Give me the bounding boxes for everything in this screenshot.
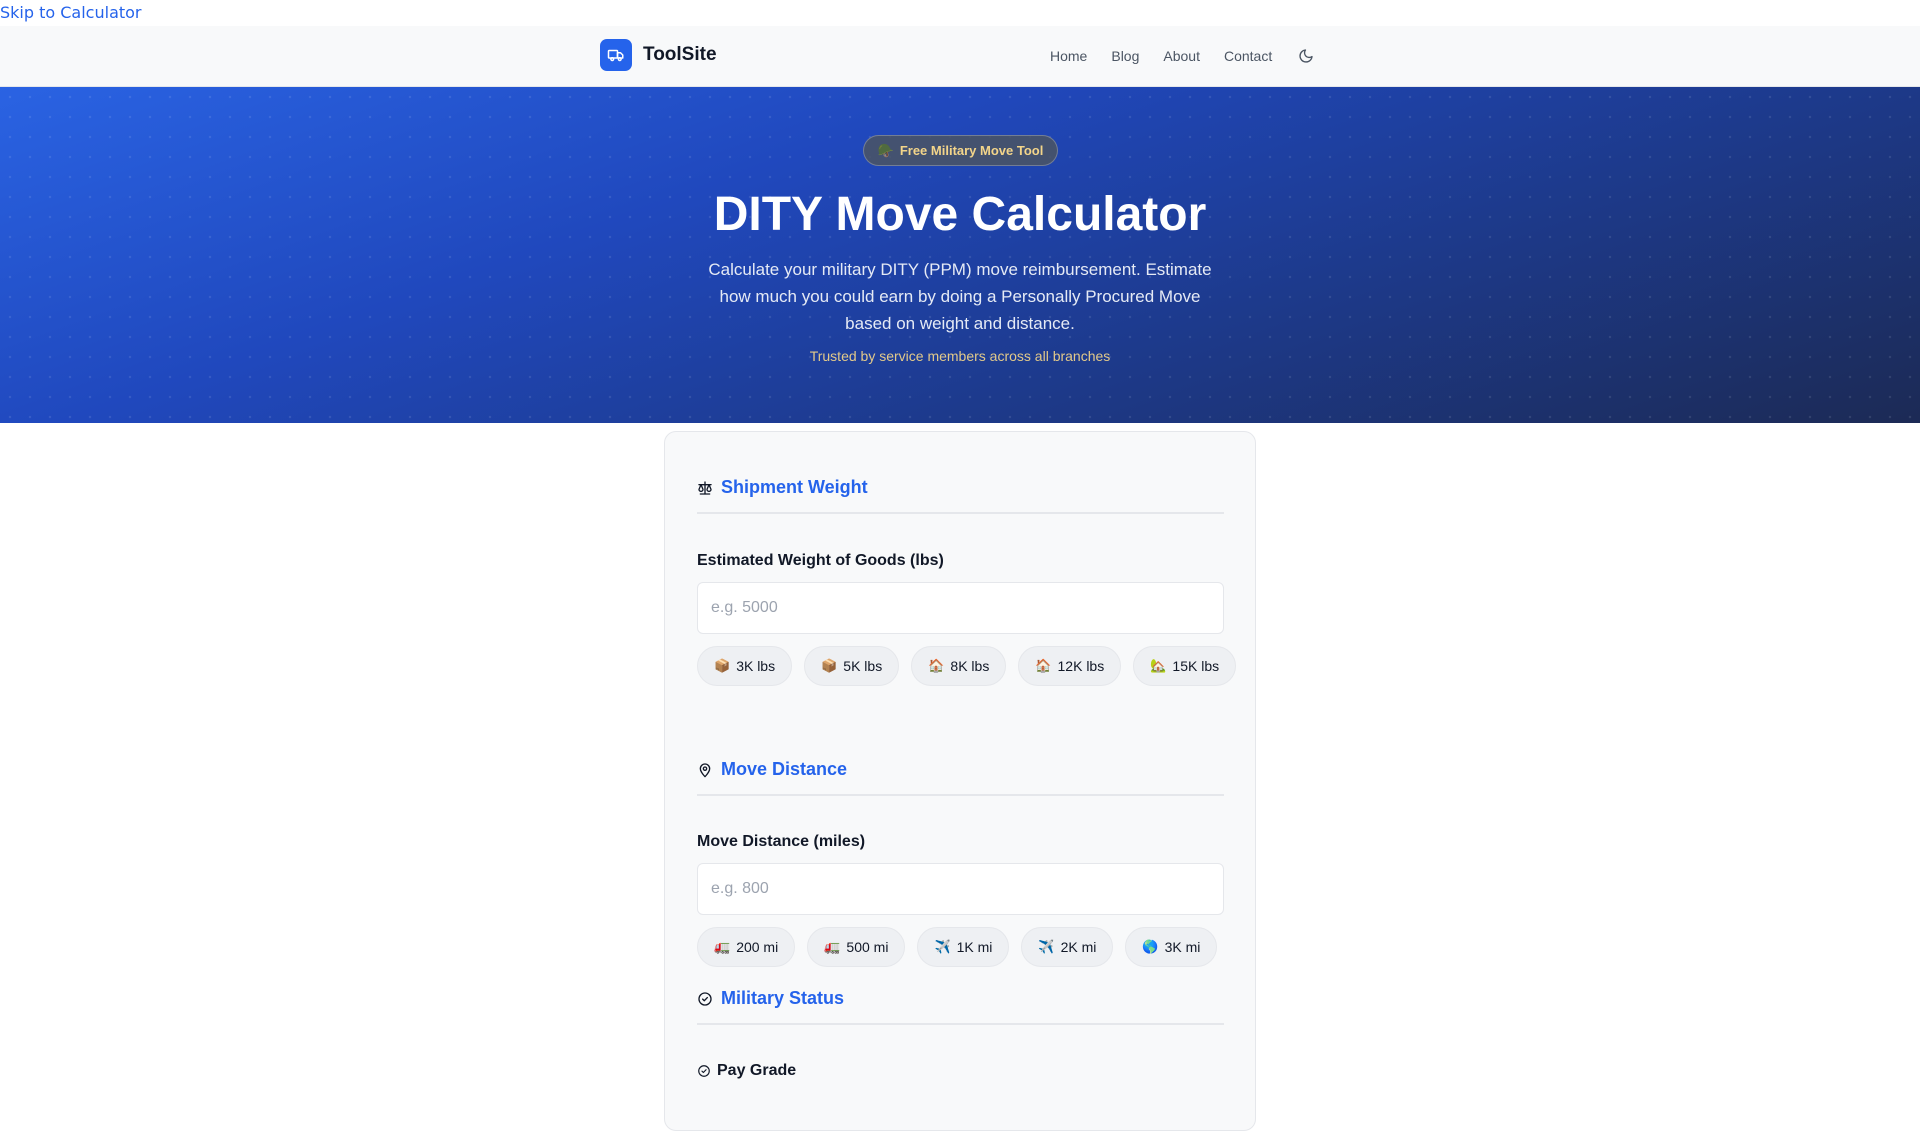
weight-preset-8k[interactable]: 🏠 8K lbs bbox=[911, 646, 1007, 686]
military-status-title: Military Status bbox=[721, 988, 845, 1008]
weight-preset-3k[interactable]: 📦 3K lbs bbox=[697, 646, 793, 686]
nav-about-link[interactable]: About bbox=[1163, 48, 1200, 64]
airplane-icon: ✈️ bbox=[934, 939, 951, 954]
pay-grade-text: Pay Grade bbox=[717, 1062, 797, 1079]
truck-logo-icon bbox=[600, 39, 632, 71]
chip-label: 15K lbs bbox=[1172, 658, 1220, 674]
check-circle-icon bbox=[698, 991, 712, 1006]
chip-label: 3K lbs bbox=[736, 658, 776, 674]
calculator-card: Shipment Weight Estimated Weight of Good… bbox=[664, 431, 1256, 1131]
hero-badge-text: Free Military Move Tool bbox=[899, 143, 1044, 158]
chip-label: 200 mi bbox=[736, 939, 779, 955]
hero-banner: 🪖 Free Military Move Tool DITY Move Calc… bbox=[0, 87, 1920, 423]
weight-input[interactable] bbox=[697, 582, 1224, 634]
truck-icon: 🚛 bbox=[824, 939, 841, 954]
distance-label: Move Distance (miles) bbox=[697, 833, 866, 850]
shipment-weight-title: Shipment Weight bbox=[721, 477, 868, 497]
chip-label: 1K mi bbox=[956, 939, 993, 955]
chip-label: 5K lbs bbox=[843, 658, 883, 674]
weight-preset-12k[interactable]: 🏠 12K lbs bbox=[1018, 646, 1122, 686]
house-icon: 🏠 bbox=[928, 658, 945, 673]
nav-blog-link[interactable]: Blog bbox=[1111, 48, 1139, 64]
map-pin-icon bbox=[699, 762, 711, 777]
truck-icon: 🚛 bbox=[714, 939, 731, 954]
distance-presets: 🚛 200 mi 🚛 500 mi ✈️ 1K mi ✈️ 2K mi 🌎 3K… bbox=[697, 927, 1237, 967]
chip-label: 8K lbs bbox=[950, 658, 990, 674]
weight-preset-15k[interactable]: 🏡 15K lbs bbox=[1133, 646, 1237, 686]
distance-preset-3k[interactable]: 🌎 3K mi bbox=[1125, 927, 1218, 967]
military-status-header: Military Status bbox=[697, 988, 1224, 1025]
pay-grade-label: Pay Grade bbox=[697, 1062, 796, 1080]
chip-label: 12K lbs bbox=[1057, 658, 1105, 674]
distance-preset-1k[interactable]: ✈️ 1K mi bbox=[917, 927, 1010, 967]
chip-label: 3K mi bbox=[1164, 939, 1201, 955]
nav-contact-link[interactable]: Contact bbox=[1224, 48, 1272, 64]
hero-trust-line: Trusted by service members across all br… bbox=[809, 348, 1111, 364]
distance-input[interactable] bbox=[697, 863, 1224, 915]
scale-icon bbox=[698, 480, 712, 495]
brand-name: ToolSite bbox=[643, 44, 717, 65]
shipment-weight-header: Shipment Weight bbox=[697, 477, 1224, 514]
nav-home-link[interactable]: Home bbox=[1050, 48, 1087, 64]
weight-label: Estimated Weight of Goods (lbs) bbox=[697, 552, 944, 569]
package-icon: 📦 bbox=[714, 658, 731, 673]
distance-preset-200[interactable]: 🚛 200 mi bbox=[697, 927, 796, 967]
page-title: DITY Move Calculator bbox=[713, 188, 1207, 241]
airplane-icon: ✈️ bbox=[1038, 939, 1055, 954]
hero-description: Calculate your military DITY (PPM) move … bbox=[708, 260, 1212, 333]
check-circle-icon bbox=[698, 1065, 710, 1077]
hero-badge: 🪖 Free Military Move Tool bbox=[863, 135, 1058, 166]
house-garden-icon: 🏡 bbox=[1150, 658, 1167, 673]
distance-preset-2k[interactable]: ✈️ 2K mi bbox=[1021, 927, 1114, 967]
globe-icon: 🌎 bbox=[1142, 939, 1159, 954]
theme-toggle-button[interactable] bbox=[1296, 46, 1316, 66]
weight-preset-5k[interactable]: 📦 5K lbs bbox=[804, 646, 900, 686]
move-distance-title: Move Distance bbox=[721, 759, 848, 779]
top-navbar: ToolSite Home Blog About Contact bbox=[0, 26, 1920, 87]
skip-to-calculator-link[interactable]: Skip to Calculator bbox=[0, 3, 142, 22]
helmet-icon: 🪖 bbox=[877, 142, 894, 158]
moon-icon bbox=[1299, 49, 1313, 63]
brand-home-link[interactable]: ToolSite bbox=[600, 39, 717, 71]
chip-label: 500 mi bbox=[846, 939, 889, 955]
chip-label: 2K mi bbox=[1060, 939, 1097, 955]
house-icon: 🏠 bbox=[1035, 658, 1052, 673]
distance-preset-500[interactable]: 🚛 500 mi bbox=[807, 927, 906, 967]
main-nav: Home Blog About Contact bbox=[1050, 26, 1316, 86]
package-icon: 📦 bbox=[821, 658, 838, 673]
weight-presets: 📦 3K lbs 📦 5K lbs 🏠 8K lbs 🏠 12K lbs 🏡 1… bbox=[697, 646, 1237, 686]
move-distance-header: Move Distance bbox=[697, 759, 1224, 796]
